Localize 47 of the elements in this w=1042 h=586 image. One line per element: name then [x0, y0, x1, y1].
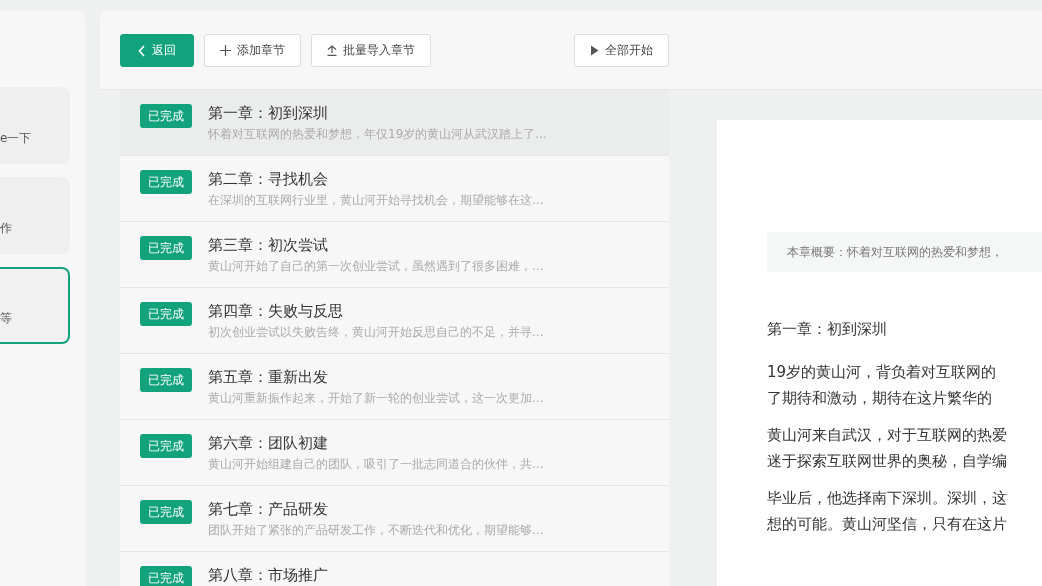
paragraph-line: 了期待和激动，期待在这片繁华的 [767, 388, 993, 409]
sidebar-card[interactable]: 等 [0, 267, 70, 344]
chapter-summary: 在深圳的互联网行业里，黄山河开始寻找机会，期望能够在这... [208, 192, 544, 209]
chapter-item[interactable]: 已完成 第三章：初次尝试 黄山河开始了自己的第一次创业尝试，虽然遇到了很多困难，... [120, 222, 669, 288]
paragraph-line: 毕业后，他选择南下深圳。深圳，这 [767, 488, 1008, 509]
chapter-item[interactable]: 已完成 第五章：重新出发 黄山河重新振作起来，开始了新一轮的创业尝试，这一次更加... [120, 354, 669, 420]
plus-icon [220, 45, 231, 56]
chapter-summary: 团队开始了紧张的产品研发工作，不断迭代和优化，期望能够... [208, 522, 544, 539]
chapter-title: 第六章：团队初建 [208, 434, 329, 452]
paragraph-line: 迷于探索互联网世界的奥秘，自学编 [767, 451, 1008, 472]
chapter-item[interactable]: 已完成 第六章：团队初建 黄山河开始组建自己的团队，吸引了一批志同道合的伙伴，共... [120, 420, 669, 486]
status-badge: 已完成 [140, 368, 192, 392]
status-badge: 已完成 [140, 500, 192, 524]
chapter-item[interactable]: 已完成 第八章：市场推广 [120, 552, 669, 586]
chapter-item[interactable]: 已完成 第七章：产品研发 团队开始了紧张的产品研发工作，不断迭代和优化，期望能够... [120, 486, 669, 552]
import-button[interactable]: 批量导入章节 [311, 34, 431, 67]
chapter-title: 第四章：失败与反思 [208, 302, 344, 320]
status-badge: 已完成 [140, 236, 192, 260]
chapter-summary: 黄山河开始组建自己的团队，吸引了一批志同道合的伙伴，共... [208, 456, 544, 473]
chapter-summary: 黄山河重新振作起来，开始了新一轮的创业尝试，这一次更加... [208, 390, 544, 407]
sidebar-card[interactable]: 作 [0, 177, 70, 254]
chapter-overview: 本章概要：怀着对互联网的热爱和梦想， [767, 232, 1042, 272]
start-all-button[interactable]: 全部开始 [574, 34, 669, 67]
chapter-title: 第二章：寻找机会 [208, 170, 329, 188]
paragraph-line: 想的可能。黄山河坚信，只有在这片 [767, 514, 1008, 535]
upload-icon [327, 45, 337, 56]
status-badge: 已完成 [140, 434, 192, 458]
play-icon [590, 45, 599, 56]
chapter-item[interactable]: 已完成 第二章：寻找机会 在深圳的互联网行业里，黄山河开始寻找机会，期望能够在这... [120, 156, 669, 222]
paragraph-line: 黄山河来自武汉，对于互联网的热爱 [767, 425, 1008, 446]
chapter-title: 第七章：产品研发 [208, 500, 329, 518]
chapter-title: 第八章：市场推广 [208, 566, 328, 584]
paragraph-line: 19岁的黄山河，背负着对互联网的 [767, 362, 998, 383]
chapter-title: 第三章：初次尝试 [208, 236, 329, 254]
status-badge: 已完成 [140, 170, 192, 194]
chapter-title: 第一章：初到深圳 [208, 104, 329, 122]
chevron-left-icon [138, 44, 146, 57]
document-heading: 第一章：初到深圳 [767, 320, 888, 339]
status-badge: 已完成 [140, 566, 192, 586]
chapter-summary: 黄山河开始了自己的第一次创业尝试，虽然遇到了很多困难，... [208, 258, 544, 275]
chapter-item[interactable]: 已完成 第四章：失败与反思 初次创业尝试以失败告终，黄山河开始反思自己的不足，并寻... [120, 288, 669, 354]
add-chapter-button[interactable]: 添加章节 [204, 34, 301, 67]
chapter-summary: 初次创业尝试以失败告终，黄山河开始反思自己的不足，并寻... [208, 324, 544, 341]
status-badge: 已完成 [140, 104, 192, 128]
status-badge: 已完成 [140, 302, 192, 326]
chapter-title: 第五章：重新出发 [208, 368, 329, 386]
sidebar-card[interactable]: e一下 [0, 87, 70, 164]
